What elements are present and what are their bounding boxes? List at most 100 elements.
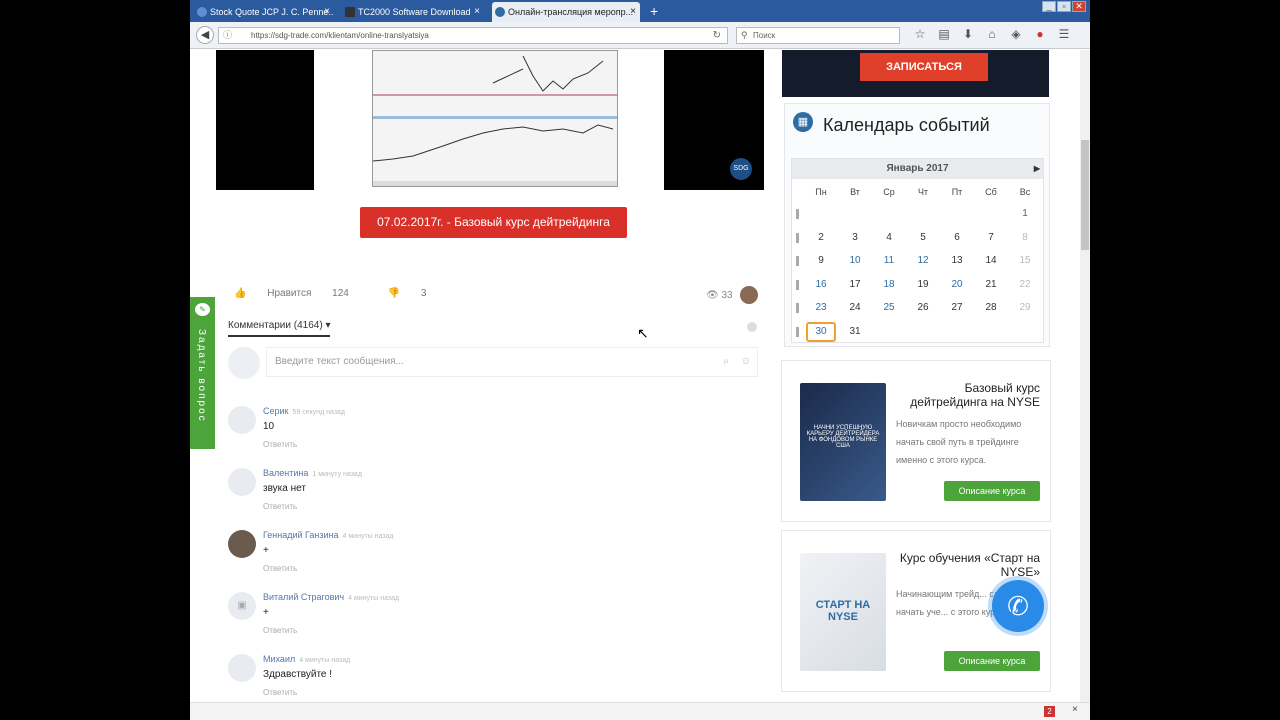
tab-tc2000[interactable]: TC2000 Software Download × <box>342 2 484 22</box>
attach-icon[interactable]: ⌕ <box>723 348 729 376</box>
url-text: https://sdg-trade.com/klientam/online-tr… <box>251 31 429 40</box>
close-window-icon[interactable]: ✕ <box>1072 1 1086 12</box>
calendar-day[interactable]: 17 <box>840 275 870 295</box>
video-frame <box>314 50 664 190</box>
course-link-button[interactable]: 07.02.2017г. - Базовый курс дейтрейдинга <box>360 207 627 238</box>
calendar-day[interactable]: 20 <box>942 275 972 295</box>
calendar-day[interactable]: 16 <box>806 275 836 295</box>
menu-icon[interactable]: ☰ <box>1052 27 1076 41</box>
navigation-bar: ◀ ⓘ https://sdg-trade.com/klientam/onlin… <box>190 22 1090 49</box>
calendar-day[interactable]: 6 <box>942 228 972 248</box>
ask-question-tab[interactable]: ✎ Задать вопрос <box>190 297 215 449</box>
search-placeholder: Поиск <box>753 31 776 40</box>
calendar-day[interactable]: 18 <box>874 275 904 295</box>
emoji-icon[interactable]: ☺ <box>741 348 751 376</box>
reading-list-icon[interactable]: ▤ <box>932 27 956 41</box>
avatar <box>228 530 256 558</box>
comment-author[interactable]: Валентина <box>263 468 308 478</box>
calendar-day[interactable]: 15 <box>1010 251 1040 271</box>
home-icon[interactable]: ⌂ <box>980 27 1004 41</box>
comment-settings-icon[interactable] <box>747 322 757 332</box>
calendar-day[interactable]: 12 <box>908 251 938 271</box>
calendar-day[interactable]: 11 <box>874 251 904 271</box>
status-bar: 2 × <box>190 702 1090 720</box>
calendar-day[interactable]: 31 <box>840 322 870 342</box>
calendar-day[interactable]: 29 <box>1010 298 1040 318</box>
comment-time: 59 секунд назад <box>292 409 346 416</box>
maximize-icon[interactable]: ▫ <box>1057 1 1071 12</box>
eye-icon: 👁 <box>706 290 719 301</box>
comments-tab[interactable]: Комментарии (4164) ▾ <box>228 320 331 337</box>
back-button[interactable]: ◀ <box>196 26 214 44</box>
calendar-day[interactable]: 7 <box>976 228 1006 248</box>
reply-link[interactable]: Ответить <box>263 440 297 449</box>
calendar-day[interactable]: 26 <box>908 298 938 318</box>
new-tab-button[interactable]: + <box>650 2 658 20</box>
calendar-day[interactable]: 4 <box>874 228 904 248</box>
calendar-day[interactable]: 28 <box>976 298 1006 318</box>
calendar-day[interactable]: 9 <box>806 251 836 271</box>
scrollbar[interactable] <box>1080 50 1090 702</box>
calendar-day[interactable]: 5 <box>908 228 938 248</box>
pocket-icon[interactable]: ◈ <box>1004 27 1028 41</box>
course-box-image: СТАРТ НА NYSE <box>800 553 886 671</box>
calendar-day[interactable]: 14 <box>976 251 1006 271</box>
site-info-icon[interactable]: ⓘ <box>223 28 232 43</box>
close-icon[interactable]: × <box>1072 704 1078 715</box>
calendar-day[interactable]: 25 <box>874 298 904 318</box>
reply-link[interactable]: Ответить <box>263 502 297 511</box>
comment-author[interactable]: Виталий Страгович <box>263 592 344 602</box>
comment-time: 4 минуты назад <box>348 595 400 602</box>
reply-link[interactable]: Ответить <box>263 688 297 697</box>
adblock-icon[interactable]: ● <box>1028 27 1052 41</box>
weekday-label: Пт <box>951 187 963 197</box>
signup-button[interactable]: ЗАПИСАТЬСЯ <box>860 53 988 81</box>
course-description-button[interactable]: Описание курса <box>944 481 1040 501</box>
weekday-label: Чт <box>917 187 929 197</box>
calendar-day[interactable]: 3 <box>840 228 870 248</box>
comment-author[interactable]: Михаил <box>263 654 295 664</box>
comment-text: звука нет <box>263 483 306 494</box>
tab-online-stream[interactable]: Онлайн-трансляция меропр... × <box>492 2 640 22</box>
avatar[interactable] <box>740 286 758 304</box>
dislike-button[interactable]: 👎 3 <box>388 288 445 299</box>
url-bar[interactable]: ⓘ https://sdg-trade.com/klientam/online-… <box>218 27 728 44</box>
notification-badge[interactable]: 2 <box>1044 706 1055 717</box>
course-box-image: НАЧНИ УСПЕШНУЮ КАРЬЕРУ ДЕЙТРЕЙДЕРА НА ФО… <box>800 383 886 501</box>
calendar-day[interactable]: 22 <box>1010 275 1040 295</box>
calendar-day[interactable]: 1 <box>1010 204 1040 224</box>
search-input[interactable]: ⚲ Поиск <box>736 27 900 44</box>
reply-link[interactable]: Ответить <box>263 564 297 573</box>
avatar <box>228 347 260 379</box>
download-icon[interactable]: ⬇ <box>956 27 980 41</box>
comment-input[interactable]: Введите текст сообщения... ⌕ ☺ <box>266 347 758 377</box>
course-description-button[interactable]: Описание курса <box>944 651 1040 671</box>
calendar-day[interactable]: 13 <box>942 251 972 271</box>
reply-link[interactable]: Ответить <box>263 626 297 635</box>
call-button[interactable]: ✆ <box>992 580 1044 632</box>
comment-author[interactable]: Серик <box>263 406 288 416</box>
reload-icon[interactable]: ↻ <box>713 28 721 43</box>
calendar-icon: ▦ <box>793 112 813 132</box>
like-button[interactable]: 👍 Нравится 124 <box>234 288 367 299</box>
calendar-day[interactable]: 2 <box>806 228 836 248</box>
close-tab-icon[interactable]: × <box>324 2 330 22</box>
calendar-day[interactable]: 19 <box>908 275 938 295</box>
comment-author[interactable]: Геннадий Ганзина <box>263 530 339 540</box>
calendar-day[interactable]: 21 <box>976 275 1006 295</box>
close-tab-icon[interactable]: × <box>474 2 480 22</box>
tab-jcp[interactable]: Stock Quote JCP J. C. Penne... × <box>194 2 334 22</box>
calendar-day[interactable]: 23 <box>806 298 836 318</box>
calendar-day[interactable]: 30 <box>806 321 836 342</box>
scrollbar-thumb[interactable] <box>1081 140 1089 250</box>
video-player[interactable]: SDG <box>216 50 764 190</box>
calendar-day[interactable]: 8 <box>1010 228 1040 248</box>
bookmark-star-icon[interactable]: ☆ <box>908 27 932 41</box>
close-tab-icon[interactable]: × <box>630 2 636 22</box>
calendar-day[interactable]: 10 <box>840 251 870 271</box>
next-month-icon[interactable]: ▶ <box>1034 159 1040 179</box>
minimize-icon[interactable]: _ <box>1042 1 1056 12</box>
calendar-day[interactable]: 27 <box>942 298 972 318</box>
tab-bar: Stock Quote JCP J. C. Penne... × TC2000 … <box>190 0 1090 22</box>
calendar-day[interactable]: 24 <box>840 298 870 318</box>
